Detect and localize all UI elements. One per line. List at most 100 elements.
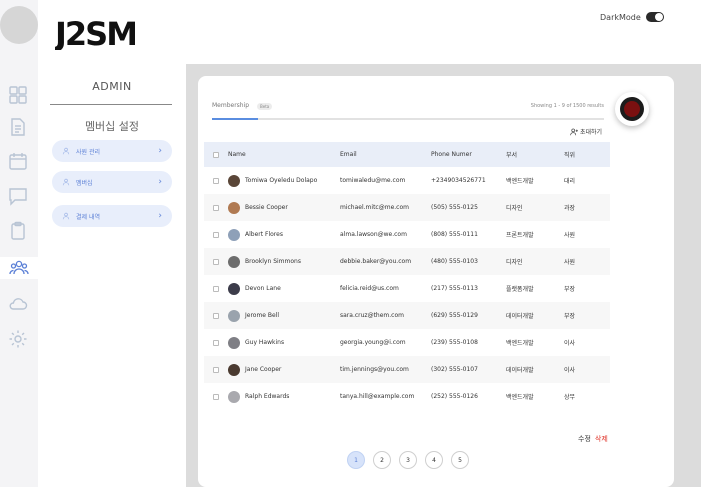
member-dept: 백엔드개발 [506,178,534,185]
calendar-icon[interactable] [7,150,29,172]
member-email: tomiwaledu@me.com [340,177,406,184]
menu-item-membership[interactable]: 멤버십 › [52,171,172,193]
member-phone: (505) 555-0125 [431,204,478,211]
invite-button[interactable]: 초대하기 [570,127,602,136]
divider [50,104,172,105]
row-checkbox[interactable] [213,312,219,319]
toggle-switch[interactable] [645,12,664,22]
member-name: Devon Lane [245,285,281,292]
avatar [228,282,240,295]
page-button[interactable]: 2 [373,451,391,469]
row-checkbox[interactable] [213,204,219,211]
table-row[interactable]: Jerome Bell sara.cruz@them.com (629) 555-0… [204,302,610,329]
logo-text: J2SM [55,15,135,50]
table-row[interactable]: Devon Lane felicia.reid@us.com (217) 555-0… [204,275,610,302]
users-icon[interactable] [0,257,38,279]
tab-badge: Beta [257,103,273,110]
member-email: felicia.reid@us.com [340,285,399,292]
row-checkbox[interactable] [213,339,219,346]
page-button[interactable]: 1 [347,451,365,469]
cloud-icon[interactable] [7,293,29,315]
table-row[interactable]: Ralph Edwards tanya.hill@example.com (252)… [204,383,610,410]
user-icon [62,178,70,186]
member-phone: (302) 555-0107 [431,366,478,373]
chevron-right-icon: › [158,146,162,156]
avatar [228,309,240,322]
settings-icon[interactable] [7,328,29,350]
member-dept: 백엔드개발 [506,340,534,347]
member-name: Guy Hawkins [245,339,285,346]
member-title: 대리 [564,178,576,185]
member-table: Name Email Phone Numer 부서 직위 Tomiwa Oyel… [204,142,610,410]
column-header[interactable]: Name [228,151,340,158]
member-email: sara.cruz@them.com [340,312,404,319]
member-phone: (252) 555-0126 [431,393,478,400]
row-actions: 수정 삭제 [578,434,608,444]
column-header[interactable]: Email [340,151,431,158]
member-email: tim.jennings@you.com [340,366,409,373]
edit-button[interactable]: 수정 [578,434,591,444]
column-header[interactable]: 직위 [564,150,610,159]
member-name: Albert Flores [245,231,283,238]
table-row[interactable]: Jane Cooper tim.jennings@you.com (302) 555… [204,356,610,383]
member-dept: 프론트개발 [506,232,534,239]
add-user-icon [570,128,578,135]
tab-track [212,118,604,120]
tab-membership[interactable]: Membership [212,102,249,109]
delete-button[interactable]: 삭제 [595,434,608,444]
member-name: Brooklyn Simmons [245,258,301,265]
row-checkbox[interactable] [213,258,219,265]
table-row[interactable]: Bessie Cooper michael.mitc@me.com (505) 55… [204,194,610,221]
member-name: Jerome Bell [245,312,280,319]
icon-rail [0,0,38,487]
page-button[interactable]: 4 [425,451,443,469]
table-row[interactable]: Albert Flores alma.lawson@we.com (808) 555… [204,221,610,248]
table-row[interactable]: Brooklyn Simmons debbie.baker@you.com (480… [204,248,610,275]
avatar [228,363,240,376]
row-checkbox[interactable] [213,231,219,238]
page-button[interactable]: 5 [451,451,469,469]
menu-item-label: 사원 관리 [76,148,100,156]
member-phone: (629) 555-0129 [431,312,478,319]
member-email: debbie.baker@you.com [340,258,412,265]
section-title: 멤버십 설정 [84,120,140,133]
member-email: georgia.young@i.com [340,339,406,346]
member-phone: (217) 555-0113 [431,285,478,292]
member-title: 사원 [564,259,576,266]
darkmode-toggle[interactable]: DarkMode [600,12,664,22]
member-title: 상무 [564,394,576,401]
chevron-right-icon: › [158,211,162,221]
row-checkbox[interactable] [213,177,219,184]
avatar[interactable] [0,6,38,44]
logo: J2SM [53,14,138,53]
member-dept: 백엔드개발 [506,394,534,401]
table-row[interactable]: Guy Hawkins georgia.young@i.com (239) 555-… [204,329,610,356]
member-phone: (808) 555-0111 [431,231,478,238]
member-title: 이사 [564,340,576,347]
menu-item-label: 멤버십 [76,179,93,187]
row-checkbox[interactable] [213,285,219,292]
member-name: Jane Cooper [245,366,282,373]
menu-item-payments[interactable]: 결제 내역 › [52,205,172,227]
member-phone: (239) 555-0108 [431,339,478,346]
member-phone: (480) 555-0103 [431,258,478,265]
chat-icon[interactable] [7,185,29,207]
record-button[interactable] [615,92,649,126]
member-dept: 데이터개발 [506,367,534,374]
document-icon[interactable] [7,116,29,138]
grid-icon[interactable] [7,84,29,106]
column-header[interactable]: Phone Numer [431,151,506,158]
invite-label: 초대하기 [580,129,603,136]
record-icon [620,97,644,121]
row-checkbox[interactable] [213,393,219,400]
column-header[interactable]: 부서 [506,150,564,159]
select-all-checkbox[interactable] [213,151,219,158]
menu-item-employee[interactable]: 사원 관리 › [52,140,172,162]
table-body: Tomiwa Oyeledu Dolapo tomiwaledu@me.com +2… [204,167,610,410]
member-email: tanya.hill@example.com [340,393,415,400]
table-row[interactable]: Tomiwa Oyeledu Dolapo tomiwaledu@me.com +2… [204,167,610,194]
page-button[interactable]: 3 [399,451,417,469]
row-checkbox[interactable] [213,366,219,373]
admin-panel: ADMIN 멤버십 설정 사원 관리 › 멤버십 › 결제 내역 › [38,64,186,487]
clipboard-icon[interactable] [7,220,29,242]
